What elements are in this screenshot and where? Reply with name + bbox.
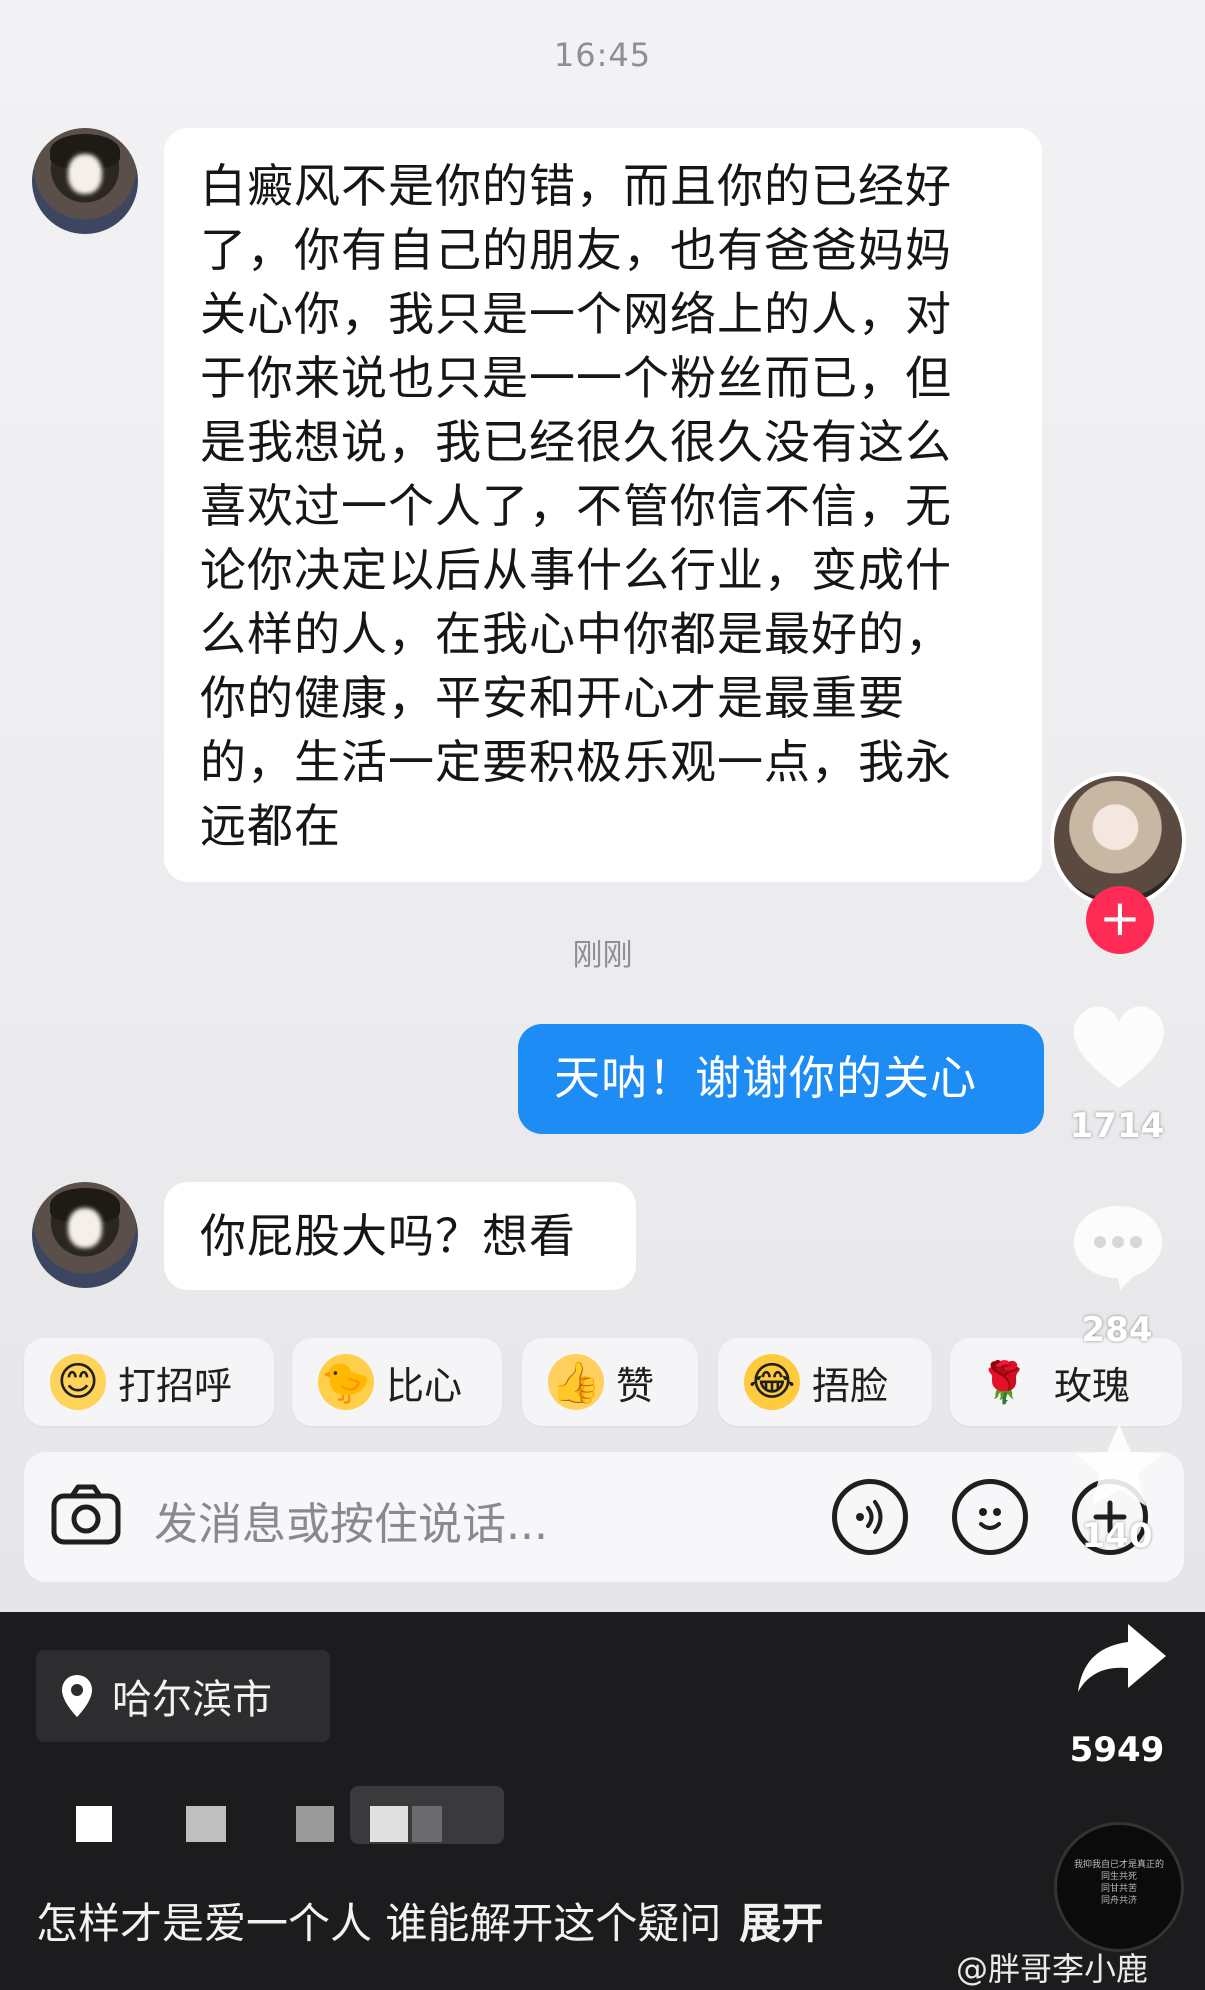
message-input-bar[interactable]: 发消息或按住说话... xyxy=(24,1452,1184,1582)
comment-count: 284 xyxy=(1081,1310,1153,1350)
quick-reply-like[interactable]: 👍 赞 xyxy=(522,1338,698,1426)
voice-input-icon[interactable] xyxy=(832,1479,908,1555)
quick-reply-label: 打招呼 xyxy=(118,1363,233,1408)
caption-text: 怎样才是爱一个人 谁能解开这个疑问 xyxy=(36,1899,722,1948)
quick-reply-bar: 😊 打招呼 🐤 比心 👍 赞 😂 捂脸 🌹 玫瑰 xyxy=(0,1338,1205,1430)
favorite-count: 140 xyxy=(1081,1516,1153,1556)
redacted-block xyxy=(296,1806,334,1842)
expand-button[interactable]: 展开 xyxy=(739,1899,823,1948)
sender-avatar[interactable] xyxy=(32,128,138,234)
chick-emoji-icon: 🐤 xyxy=(318,1354,374,1410)
redacted-block xyxy=(76,1806,112,1842)
location-tag[interactable]: 哈尔滨市 xyxy=(36,1650,330,1742)
quick-reply-label: 捂脸 xyxy=(812,1363,889,1408)
thumbs-up-emoji-icon: 👍 xyxy=(548,1354,604,1410)
disc-text-line: 同甘共苦 xyxy=(1100,1884,1137,1894)
comment-bubble-icon[interactable] xyxy=(1068,1200,1168,1296)
chat-screenshot: 16:45 白癜风不是你的错，而且你的已经好 了，你有自己的朋友，也有爸爸妈妈 … xyxy=(0,0,1205,1612)
disc-text-line: 同舟共济 xyxy=(1100,1896,1137,1906)
message-line: 论你决定以后从事什么行业，变成什 xyxy=(200,543,952,597)
redacted-block xyxy=(186,1806,226,1842)
received-message-short: 你屁股大吗？想看 xyxy=(164,1182,636,1290)
disc-text-line: 我抑我自已才是真正的 xyxy=(1073,1860,1164,1870)
quick-reply-label: 赞 xyxy=(616,1363,655,1408)
message-line: 了，你有自己的朋友，也有爸爸妈妈 xyxy=(200,223,952,277)
message-time: 16:45 xyxy=(553,36,652,74)
quick-reply-label: 比心 xyxy=(386,1363,463,1408)
camera-icon[interactable] xyxy=(50,1482,122,1552)
emoji-picker-icon[interactable] xyxy=(952,1479,1028,1555)
music-disc[interactable]: 我抑我自已才是真正的 同生共死 同甘共苦 同舟共济 xyxy=(1054,1822,1184,1952)
message-line: 远都在 xyxy=(200,799,341,853)
avatar-face-blur xyxy=(68,1208,102,1248)
redacted-block xyxy=(412,1806,442,1842)
message-input-placeholder[interactable]: 发消息或按住说话... xyxy=(154,1488,548,1552)
follow-plus-icon[interactable]: + xyxy=(1086,886,1154,954)
message-line: 你的健康，平安和开心才是最重要 xyxy=(200,671,905,725)
like-heart-icon[interactable] xyxy=(1064,996,1174,1100)
quick-reply-rose[interactable]: 🌹 玫瑰 xyxy=(950,1338,1182,1426)
laughing-face-emoji-icon: 😂 xyxy=(744,1354,800,1410)
message-line: 关心你，我只是一个网络上的人，对 xyxy=(200,287,952,341)
rose-emoji-icon: 🌹 xyxy=(979,1359,1029,1406)
like-count: 1714 xyxy=(1069,1106,1165,1146)
sender-avatar[interactable] xyxy=(32,1182,138,1288)
quick-reply-label: 玫瑰 xyxy=(1054,1363,1131,1408)
message-line: 喜欢过一个人了，不管你信不信，无 xyxy=(200,479,952,533)
share-arrow-icon[interactable] xyxy=(1074,1620,1170,1700)
avatar-face-blur xyxy=(68,154,102,194)
quick-reply-heart[interactable]: 🐤 比心 xyxy=(292,1338,502,1426)
quick-reply-greet[interactable]: 😊 打招呼 xyxy=(24,1338,274,1426)
sent-message: 天呐！谢谢你的关心 xyxy=(518,1024,1044,1134)
message-line: 么样的人，在我心中你都是最好的， xyxy=(200,607,952,661)
favorite-star-icon[interactable] xyxy=(1072,1420,1166,1514)
disc-text-line: 同生共死 xyxy=(1100,1872,1137,1882)
weibo-watermark: @胖哥李小鹿 xyxy=(956,1950,1149,1988)
message-sub-time: 刚刚 xyxy=(572,938,633,973)
video-caption: 怎样才是爱一个人 谁能解开这个疑问 展开 xyxy=(36,1890,823,1951)
quick-reply-facepalm[interactable]: 😂 捂脸 xyxy=(718,1338,932,1426)
wave-emoji-icon: 😊 xyxy=(50,1354,106,1410)
redacted-block xyxy=(370,1806,408,1842)
share-count: 5949 xyxy=(1069,1730,1165,1770)
message-line: 是我想说，我已经很久很久没有这么 xyxy=(200,415,952,469)
message-line: 白癜风不是你的错，而且你的已经好 xyxy=(200,159,952,213)
message-line: 于你来说也只是一一个粉丝而已，但 xyxy=(200,351,952,405)
message-line: 的，生活一定要积极乐观一点，我永 xyxy=(200,735,952,789)
received-message-long: 白癜风不是你的错，而且你的已经好 了，你有自己的朋友，也有爸爸妈妈 关心你，我只… xyxy=(164,128,1042,882)
location-label: 哈尔滨市 xyxy=(112,1677,272,1723)
location-pin-icon xyxy=(60,1673,94,1719)
